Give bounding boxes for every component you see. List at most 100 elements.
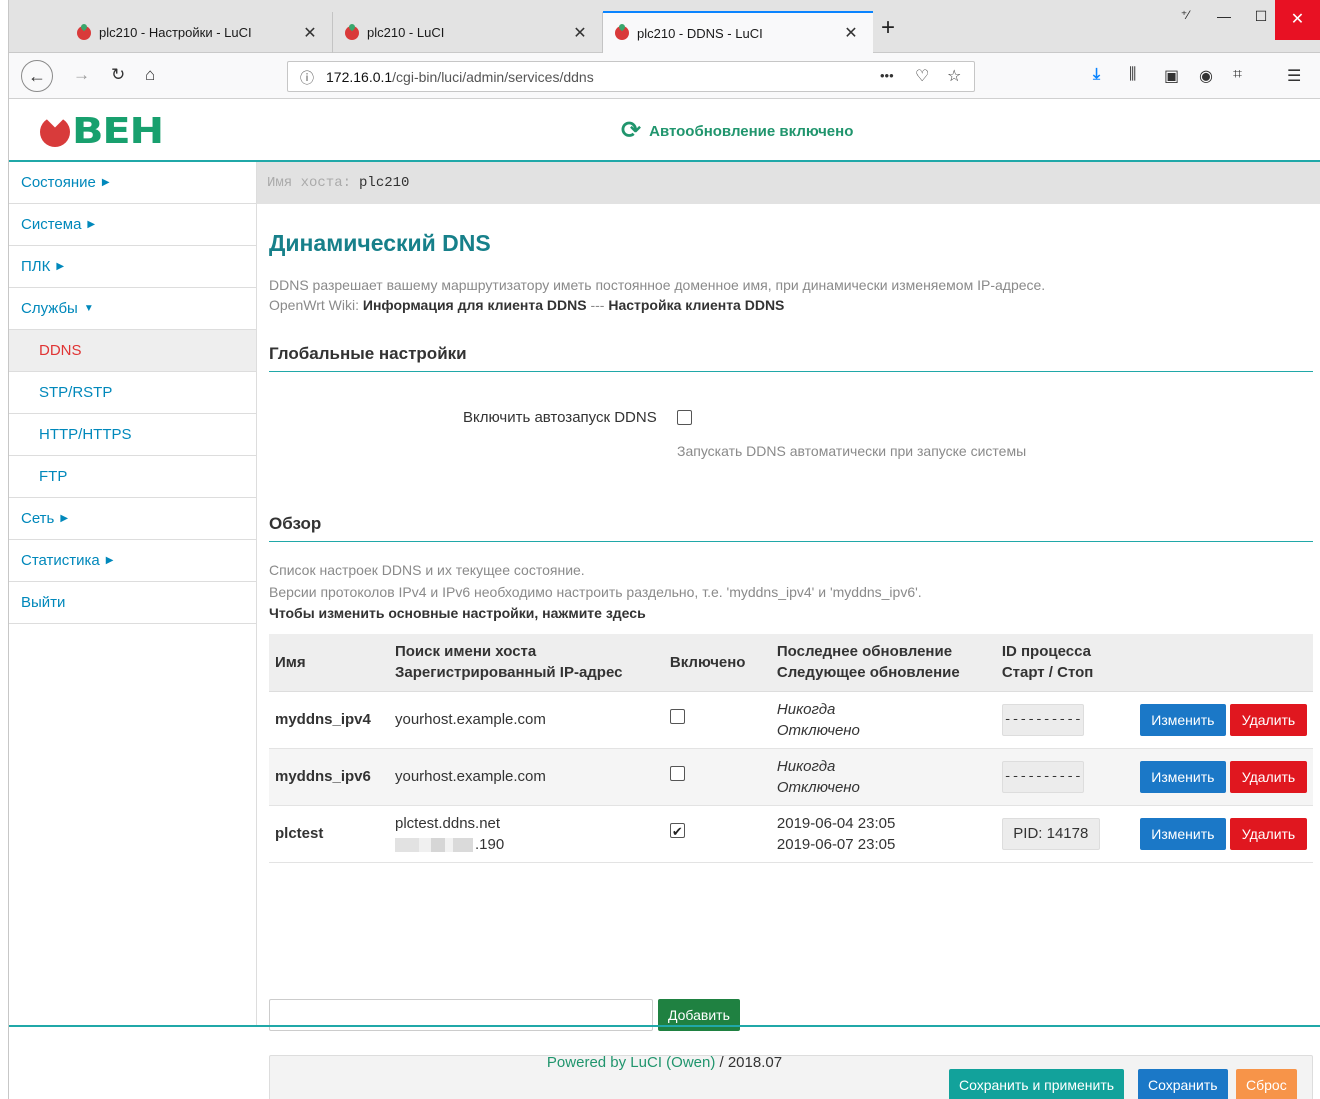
row-update: Никогда Отключено xyxy=(770,748,996,806)
row-name: plctest xyxy=(269,805,389,863)
powered-by-link[interactable]: Powered by LuCI (Owen) xyxy=(547,1054,715,1071)
sidebar-item-status[interactable]: Состояние ▶ xyxy=(9,162,256,204)
caret-right-icon: ▶ xyxy=(56,261,65,272)
maximize-icon[interactable]: ☐ xyxy=(1245,8,1277,25)
overview-heading: Обзор xyxy=(269,514,1313,542)
delete-button[interactable]: Удалить xyxy=(1230,760,1307,793)
col-pid: ID процесса Старт / Стоп xyxy=(995,634,1130,692)
row-pid: ---------- xyxy=(995,748,1130,806)
enabled-checkbox[interactable] xyxy=(669,821,685,842)
tab-ddns[interactable]: plc210 - DDNS - LuCI ✕ xyxy=(603,11,873,53)
tab-luci[interactable]: plc210 - LuCI ✕ xyxy=(333,12,603,53)
luci-favicon-icon xyxy=(615,26,629,40)
sidebar-item-system[interactable]: Система ▶ xyxy=(9,204,256,246)
start-stop-button[interactable]: ---------- xyxy=(1001,760,1084,793)
nav-bar: ← → ↻ ⌂ ⓘ 172.16.0.1/cgi-bin/luci/admin/… xyxy=(9,53,1320,99)
col-name: Имя xyxy=(269,634,389,692)
library-icon[interactable]: ⫼ xyxy=(1129,66,1136,84)
row-update: Никогда Отключено xyxy=(770,691,996,749)
caret-right-icon: ▶ xyxy=(105,555,114,566)
window-close-icon[interactable]: ✕ xyxy=(1275,0,1320,40)
row-actions: Изменить Удалить xyxy=(1129,691,1313,749)
caret-down-icon: ▼ xyxy=(83,303,94,314)
version-text: / 2018.07 xyxy=(715,1054,783,1071)
delete-button[interactable]: Удалить xyxy=(1230,817,1307,850)
row-actions: Изменить Удалить xyxy=(1129,805,1313,863)
close-tab-icon[interactable]: ✕ xyxy=(300,23,320,43)
edit-button[interactable]: Изменить xyxy=(1139,760,1226,793)
sidebar-item-network[interactable]: Сеть ▶ xyxy=(9,498,256,540)
home-icon[interactable]: ⌂ xyxy=(145,65,155,85)
edit-button[interactable]: Изменить xyxy=(1139,703,1226,736)
forward-icon[interactable]: → xyxy=(73,65,90,85)
table-row: plctest plctest.ddns.net.190 2019-06-04 … xyxy=(269,805,1313,863)
bookmark-star-icon[interactable]: ☆ xyxy=(947,66,961,86)
wiki-config-link[interactable]: Настройка клиента DDNS xyxy=(608,297,784,313)
screenshot-icon[interactable]: ⌗ xyxy=(1233,66,1242,84)
close-tab-icon[interactable]: ✕ xyxy=(841,23,861,43)
logo-mark-icon xyxy=(40,117,70,147)
page-title: Динамический DNS xyxy=(269,230,491,256)
tab-settings[interactable]: plc210 - Настройки - LuCI ✕ xyxy=(65,12,333,53)
row-enabled xyxy=(663,805,771,863)
downloads-icon[interactable]: ⤓ xyxy=(1093,66,1100,84)
enabled-checkbox[interactable] xyxy=(669,766,685,781)
logo-text: ВЕН xyxy=(72,111,164,152)
sidebar-item-logout[interactable]: Выйти xyxy=(9,582,256,624)
ddns-table: Имя Поиск имени хоста Зарегистрированный … xyxy=(269,634,1313,863)
wiki-info-link[interactable]: Информация для клиента DDNS xyxy=(363,297,587,313)
pocket-icon[interactable]: ♡ xyxy=(915,66,929,86)
sidebar-icon[interactable]: ▣ xyxy=(1164,66,1179,86)
edit-button[interactable]: Изменить xyxy=(1139,817,1226,850)
row-host: yourhost.example.com xyxy=(388,748,664,806)
row-name: myddns_ipv6 xyxy=(269,748,389,806)
tab-title: plc210 - Настройки - LuCI xyxy=(99,25,252,40)
back-icon[interactable]: ← xyxy=(21,60,53,92)
start-stop-button[interactable]: PID: 14178 xyxy=(1001,817,1100,850)
sidebar-item-stp-rstp[interactable]: STP/RSTP xyxy=(9,372,256,414)
row-actions: Изменить Удалить xyxy=(1129,748,1313,806)
sidebar-item-services[interactable]: Службы ▼ xyxy=(9,288,256,330)
autostart-checkbox[interactable] xyxy=(677,410,692,425)
sidebar-item-plc[interactable]: ПЛК ▶ xyxy=(9,246,256,288)
row-enabled xyxy=(663,748,771,806)
close-tab-icon[interactable]: ✕ xyxy=(570,23,590,43)
delete-button[interactable]: Удалить xyxy=(1230,703,1307,736)
account-icon[interactable]: ◉ xyxy=(1199,66,1213,86)
sidebar-item-http-https[interactable]: HTTP/HTTPS xyxy=(9,414,256,456)
tab-bar: plc210 - Настройки - LuCI ✕ plc210 - LuC… xyxy=(9,0,1320,53)
start-stop-button[interactable]: ---------- xyxy=(1001,703,1084,736)
overview-description: Список настроек DDNS и их текущее состоя… xyxy=(269,562,585,578)
site-info-icon[interactable]: ⓘ xyxy=(300,68,314,88)
sidebar-item-ftp[interactable]: FTP xyxy=(9,456,256,498)
row-pid: PID: 14178 xyxy=(995,805,1130,863)
enabled-checkbox[interactable] xyxy=(669,709,685,724)
address-bar[interactable]: ⓘ 172.16.0.1/cgi-bin/luci/admin/services… xyxy=(287,61,975,92)
row-enabled xyxy=(663,691,771,749)
reload-icon[interactable]: ↻ xyxy=(111,65,125,85)
col-host: Поиск имени хоста Зарегистрированный IP-а… xyxy=(388,634,664,692)
table-header: Имя Поиск имени хоста Зарегистрированный … xyxy=(269,634,1313,692)
minimize-icon[interactable]: — xyxy=(1208,8,1240,24)
refresh-icon: ⟳ xyxy=(621,117,642,144)
sidebar-item-ddns[interactable]: DDNS xyxy=(9,330,256,372)
owen-logo[interactable]: ВЕН xyxy=(40,114,164,150)
row-pid: ---------- xyxy=(995,691,1130,749)
edit-basic-settings-link[interactable]: Чтобы изменить основные настройки, нажми… xyxy=(269,605,646,621)
menu-icon[interactable]: ☰ xyxy=(1287,66,1301,86)
tab-title: plc210 - LuCI xyxy=(367,25,445,40)
row-name: myddns_ipv4 xyxy=(269,691,389,749)
hostname-bar: Имя хоста: plc210 xyxy=(257,162,1320,204)
caret-right-icon: ▶ xyxy=(60,513,69,524)
col-enabled: Включено xyxy=(663,634,771,692)
browser-chrome: plc210 - Настройки - LuCI ✕ plc210 - LuC… xyxy=(9,0,1320,99)
sidebar-item-statistics[interactable]: Статистика ▶ xyxy=(9,540,256,582)
new-tab-button[interactable]: + xyxy=(881,16,895,40)
tab-overflow-icon[interactable]: ⁺⁄ xyxy=(1169,8,1201,22)
col-update: Последнее обновление Следующее обновление xyxy=(770,634,996,692)
hostname-label: Имя хоста: xyxy=(267,175,352,191)
caret-right-icon: ▶ xyxy=(101,177,110,188)
page-actions-icon[interactable]: ••• xyxy=(880,68,894,83)
col-actions xyxy=(1129,634,1313,692)
autoupdate-toggle[interactable]: ⟳ Автообновление включено xyxy=(621,117,853,144)
